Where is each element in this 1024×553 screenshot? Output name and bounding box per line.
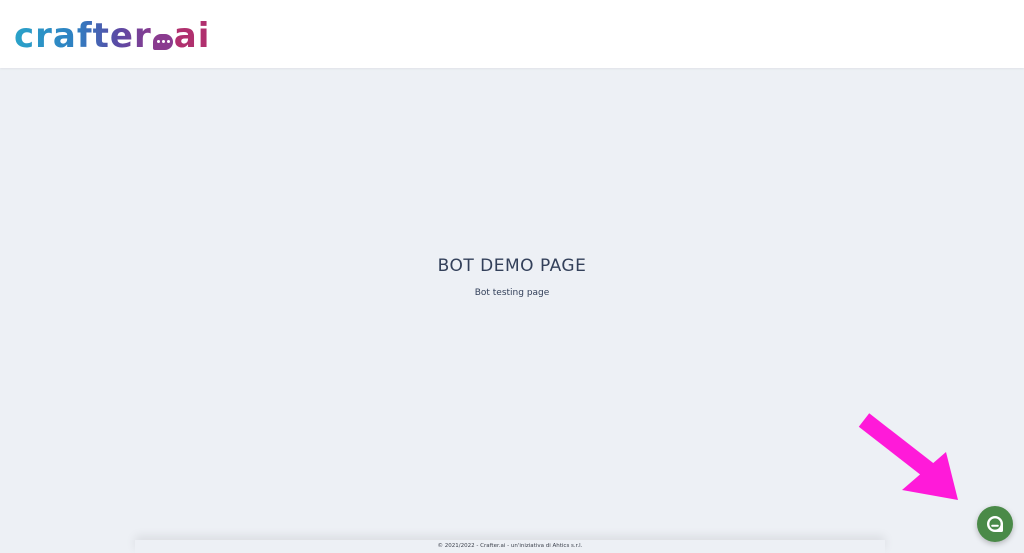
chat-bubble-icon (987, 516, 1003, 532)
chat-launcher-button[interactable] (977, 506, 1013, 542)
crafter-ai-logo[interactable]: crafter ai (14, 14, 210, 54)
logo-wordmark: crafter (14, 16, 152, 56)
footer: © 2021/2022 - Crafter.ai - un'iniziativa… (135, 540, 885, 553)
page-title: BOT DEMO PAGE (437, 256, 587, 276)
logo-suffix: ai (173, 16, 211, 56)
pointer-arrow-icon (858, 413, 958, 500)
hero-section: BOT DEMO PAGE Bot testing page (0, 256, 1024, 298)
page: crafter ai BOT DEMO PAGE Bot testing pag… (0, 0, 1024, 553)
page-subtitle: Bot testing page (474, 288, 550, 298)
site-header: crafter ai (0, 0, 1024, 68)
footer-copyright: © 2021/2022 - Crafter.ai - un'iniziativa… (437, 543, 583, 549)
chat-dots-icon (152, 34, 173, 50)
